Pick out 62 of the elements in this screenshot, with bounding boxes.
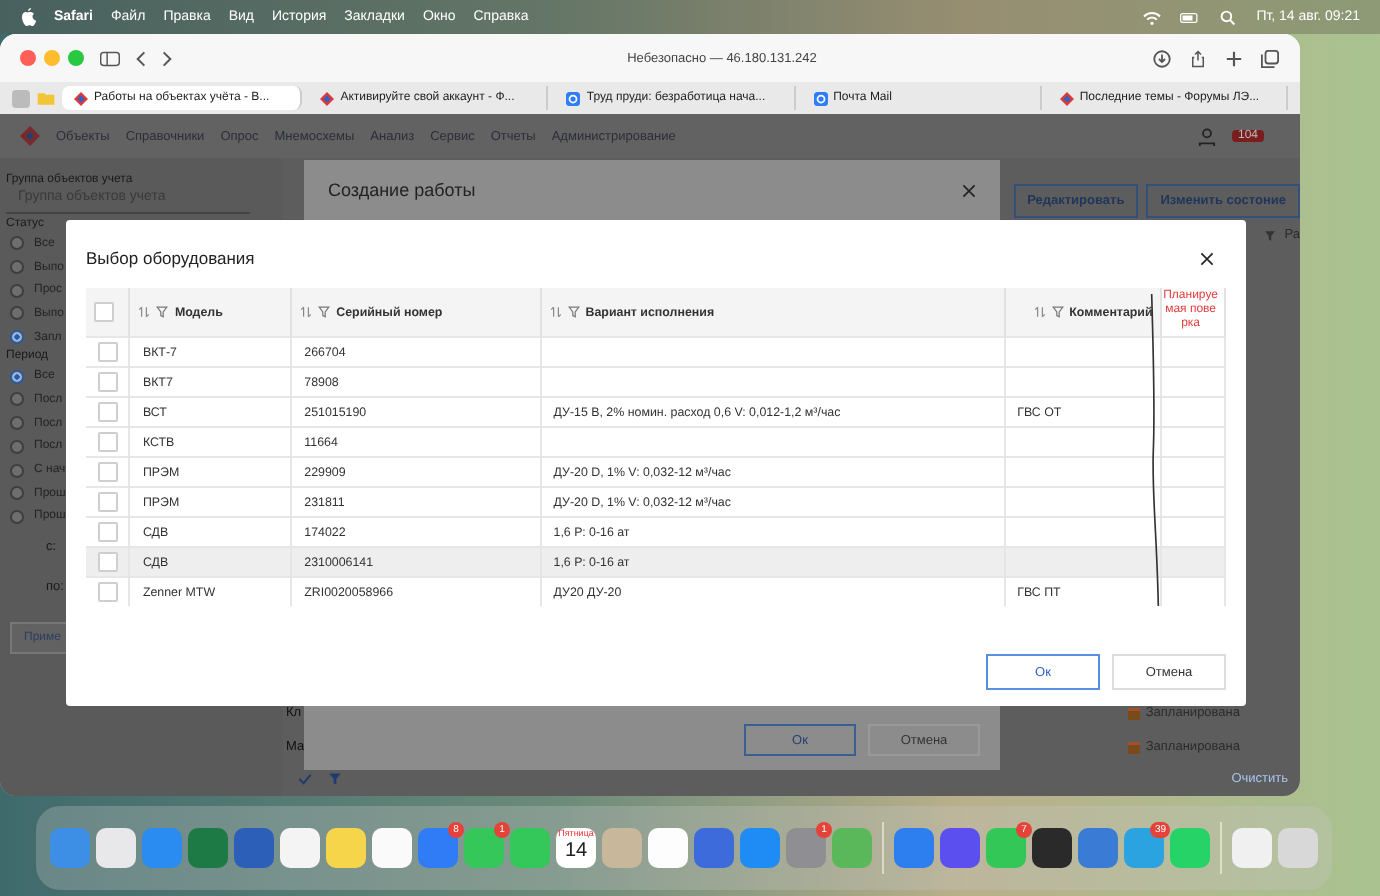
checkbox[interactable]: [98, 582, 118, 602]
search-icon[interactable]: [1218, 9, 1239, 25]
radio-button[interactable]: [10, 260, 24, 275]
battery-icon[interactable]: [1180, 9, 1201, 25]
checkbox[interactable]: [94, 302, 114, 322]
sort-icon[interactable]: [138, 306, 151, 318]
calendar-day: 14: [564, 840, 588, 862]
filter-icon[interactable]: [567, 306, 580, 318]
checkbox[interactable]: [98, 372, 118, 392]
radio-button[interactable]: [10, 392, 24, 407]
radio-button[interactable]: [10, 486, 24, 501]
checkbox[interactable]: [98, 432, 118, 452]
calendar-icon: [1127, 707, 1140, 719]
apple-logo-icon[interactable]: [20, 8, 36, 26]
forward-icon[interactable]: [162, 49, 172, 67]
checkbox[interactable]: [98, 552, 118, 572]
filter-icon[interactable]: [1264, 229, 1277, 241]
radio-button[interactable]: [10, 509, 24, 524]
sort-icon[interactable]: [300, 306, 313, 318]
filter-icon[interactable]: [318, 306, 331, 318]
download-icon[interactable]: [1152, 49, 1172, 67]
sort-icon[interactable]: [1033, 306, 1046, 318]
sidebar-icon[interactable]: [100, 49, 120, 67]
sort-icon[interactable]: [549, 306, 562, 318]
radio-button[interactable]: [10, 306, 24, 321]
radio-button[interactable]: [10, 439, 24, 454]
diamond-icon: [1059, 91, 1074, 105]
radio-button[interactable]: [10, 236, 24, 251]
dialog-title: Создание работы: [328, 180, 476, 200]
ring-icon: [566, 91, 581, 105]
checkbox[interactable]: [98, 402, 118, 422]
filter-icon[interactable]: [156, 306, 169, 318]
dialog-title: Выбор оборудования: [86, 248, 255, 268]
radio-button[interactable]: [10, 416, 24, 431]
calendar-icon: [1127, 741, 1140, 753]
radio-button[interactable]: [10, 330, 24, 345]
checkbox[interactable]: [98, 492, 118, 512]
close-window-button[interactable]: [20, 50, 36, 66]
close-icon[interactable]: [1200, 251, 1214, 265]
checkbox[interactable]: [98, 522, 118, 542]
radio-button[interactable]: [10, 463, 24, 478]
back-icon[interactable]: [136, 49, 146, 67]
user-icon[interactable]: [1197, 127, 1216, 145]
logo-icon[interactable]: [20, 126, 40, 146]
radio-button[interactable]: [10, 283, 24, 298]
checkbox[interactable]: [98, 462, 118, 482]
checkbox[interactable]: [98, 342, 118, 362]
wifi-icon[interactable]: [1142, 9, 1163, 25]
zoom-window-button[interactable]: [68, 50, 84, 66]
diamond-icon: [320, 91, 335, 105]
check-icon[interactable]: [298, 771, 312, 785]
profile-button[interactable]: [12, 89, 30, 107]
folder-icon[interactable]: [36, 89, 56, 107]
minimize-window-button[interactable]: [44, 50, 60, 66]
radio-button[interactable]: [10, 369, 24, 384]
ring-icon: [813, 91, 828, 105]
tabs-overview-icon[interactable]: [1260, 49, 1280, 67]
filter-icon[interactable]: [1051, 306, 1064, 318]
app-icon[interactable]: [1032, 828, 1072, 868]
share-icon[interactable]: [1188, 49, 1208, 67]
diamond-icon: [74, 91, 88, 105]
plus-icon[interactable]: [1224, 49, 1244, 67]
